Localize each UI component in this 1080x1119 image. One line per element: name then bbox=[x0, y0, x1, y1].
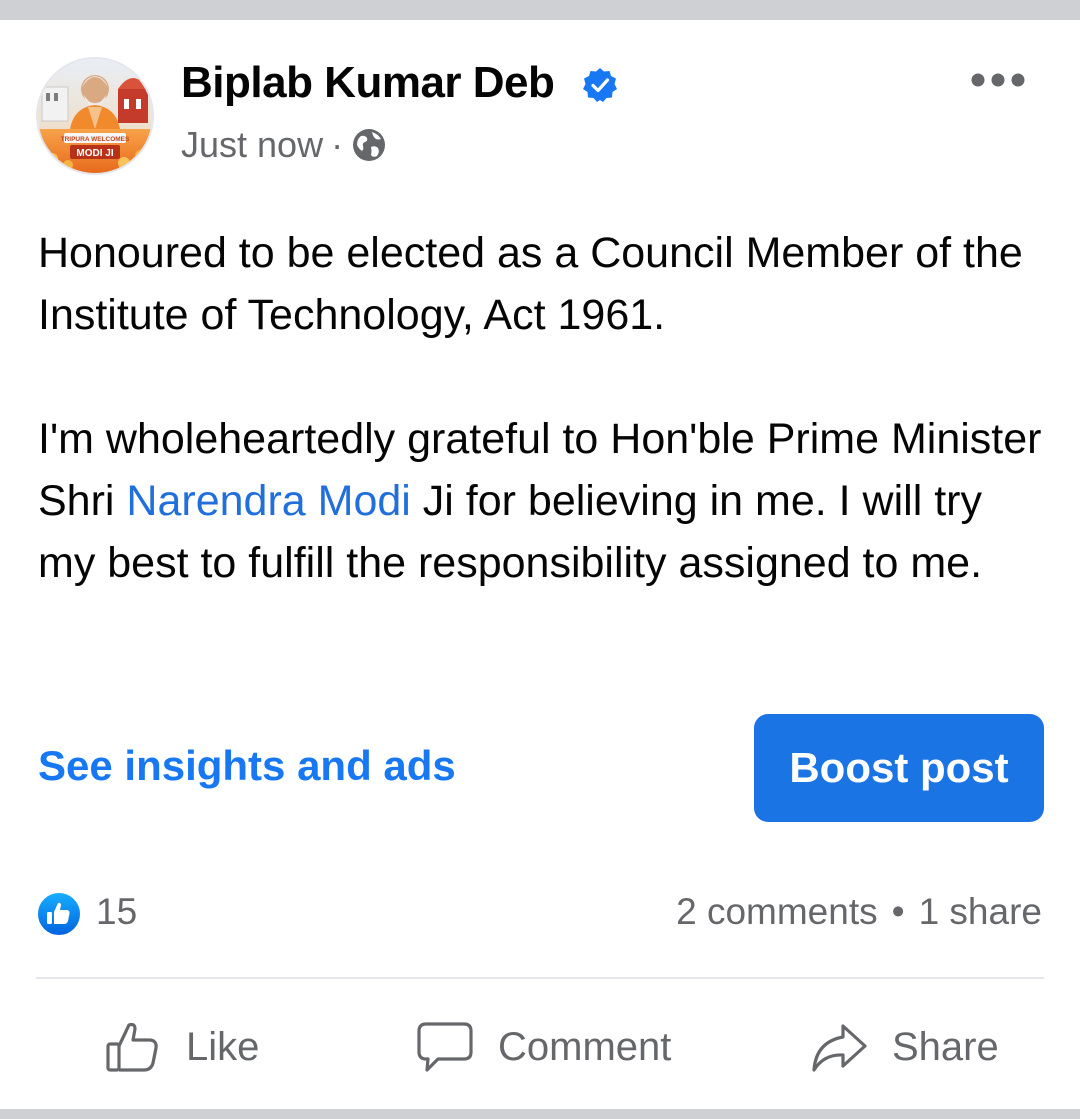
author-avatar[interactable]: TRIPURA WELCOMES MODI JI bbox=[36, 57, 154, 175]
post-body: Honoured to be elected as a Council Memb… bbox=[38, 222, 1048, 594]
verified-badge-icon bbox=[583, 68, 617, 102]
bottom-separator-bar bbox=[0, 1109, 1080, 1119]
comments-count[interactable]: 2 comments bbox=[676, 891, 878, 932]
mention-link[interactable]: Narendra Modi bbox=[126, 477, 410, 525]
thumbs-up-icon bbox=[106, 1022, 158, 1072]
post-timestamp[interactable]: Just now bbox=[181, 124, 323, 166]
top-separator-bar bbox=[0, 0, 1080, 20]
like-reaction-icon[interactable] bbox=[36, 891, 82, 937]
avatar-caption-bottom: MODI JI bbox=[76, 148, 113, 159]
insights-link[interactable]: See insights and ads bbox=[38, 742, 456, 790]
comment-label: Comment bbox=[498, 1024, 672, 1069]
post-paragraph: I'm wholeheartedly grateful to Hon'ble P… bbox=[38, 408, 1048, 594]
like-label: Like bbox=[186, 1024, 260, 1069]
share-label: Share bbox=[892, 1024, 999, 1069]
globe-icon[interactable] bbox=[351, 127, 387, 163]
shares-count[interactable]: 1 share bbox=[919, 891, 1042, 932]
reaction-count[interactable]: 15 bbox=[96, 891, 137, 933]
comment-bubble-icon bbox=[417, 1022, 473, 1072]
more-options-icon[interactable] bbox=[968, 64, 1028, 96]
avatar-caption-top: TRIPURA WELCOMES bbox=[61, 136, 130, 143]
comment-button[interactable]: Comment bbox=[416, 1012, 671, 1082]
stats-separator: • bbox=[891, 891, 905, 932]
boost-post-button[interactable]: Boost post bbox=[754, 714, 1044, 822]
post-paragraph: Honoured to be elected as a Council Memb… bbox=[38, 229, 1023, 339]
like-button[interactable]: Like bbox=[104, 1012, 259, 1082]
author-name[interactable]: Biplab Kumar Deb bbox=[181, 58, 555, 108]
avatar-image: TRIPURA WELCOMES MODI JI bbox=[38, 59, 152, 173]
share-button[interactable]: Share bbox=[810, 1012, 999, 1082]
share-arrow-icon bbox=[812, 1024, 867, 1072]
meta-separator: · bbox=[331, 124, 344, 165]
post-meta: Just now · bbox=[181, 124, 387, 166]
engagement-stats: 2 comments • 1 share bbox=[676, 891, 1042, 933]
actions-divider bbox=[36, 977, 1044, 979]
